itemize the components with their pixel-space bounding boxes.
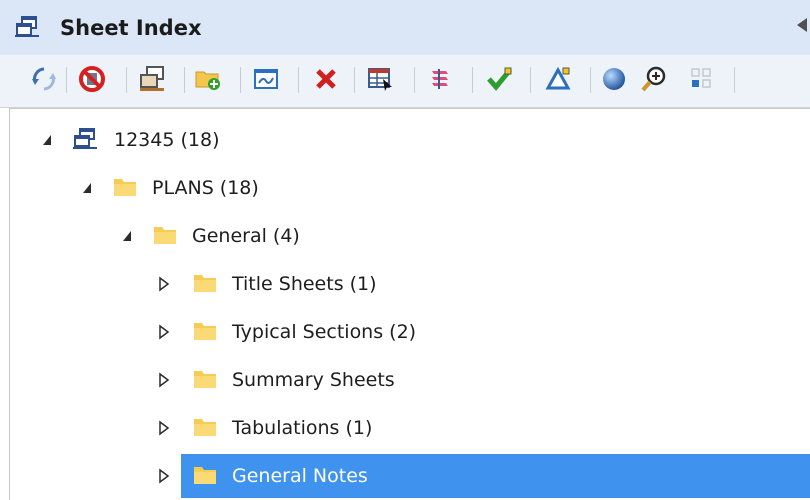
create-sheet-index-icon[interactable] <box>138 65 166 93</box>
delete-icon[interactable] <box>312 65 340 93</box>
zoom-icon[interactable] <box>640 65 668 93</box>
grid-icon[interactable] <box>688 65 716 93</box>
tree-node-label: Summary Sheets <box>232 369 395 391</box>
collapsed-arrow-icon[interactable] <box>155 310 173 354</box>
tree-node-general-notes[interactable]: General Notes <box>10 454 810 498</box>
add-folder-icon[interactable] <box>194 65 222 93</box>
tree-node-plans[interactable]: PLANS (18) <box>10 166 810 210</box>
toolbar-separator <box>66 67 67 93</box>
tree-node-root[interactable]: 12345 (18) <box>10 118 810 162</box>
folder-icon <box>194 371 216 388</box>
tree-node-tabulations[interactable]: Tabulations (1) <box>10 406 810 450</box>
tree-node-label: General Notes <box>232 465 368 487</box>
collapse-arrow-icon[interactable] <box>797 18 807 32</box>
tree-node-title-sheets[interactable]: Title Sheets (1) <box>10 262 810 306</box>
tree-node-typical-sections[interactable]: Typical Sections (2) <box>10 310 810 354</box>
sheet-index-icon <box>15 16 39 37</box>
disable-icon[interactable] <box>78 65 106 93</box>
toolbar <box>0 55 810 108</box>
toolbar-separator <box>530 67 531 93</box>
collapsed-arrow-icon[interactable] <box>155 358 173 402</box>
tree-node-label: Typical Sections (2) <box>232 321 417 343</box>
expanded-arrow-icon[interactable] <box>39 118 57 162</box>
toolbar-separator <box>184 67 185 93</box>
tree-node-summary-sheets[interactable]: Summary Sheets <box>10 358 810 402</box>
folder-icon <box>194 419 216 436</box>
sheet-index-icon <box>73 128 97 149</box>
refresh-icon[interactable] <box>30 65 58 93</box>
collapsed-arrow-icon[interactable] <box>155 454 173 498</box>
sheet-index-tree: 12345 (18) PLANS (18) General (4) Title … <box>9 108 810 500</box>
collapsed-arrow-icon[interactable] <box>155 262 173 306</box>
folder-icon <box>194 467 216 484</box>
drawing-boundary-icon[interactable] <box>544 65 572 93</box>
toolbar-separator <box>734 67 735 93</box>
folder-icon <box>194 275 216 292</box>
toolbar-separator <box>472 67 473 93</box>
tree-node-label: 12345 (18) <box>114 129 220 151</box>
toolbar-separator <box>590 67 591 93</box>
panel-title: Sheet Index <box>60 16 202 40</box>
validate-icon[interactable] <box>486 65 514 93</box>
toolbar-separator <box>414 67 415 93</box>
batch-print-icon[interactable] <box>426 65 454 93</box>
collapsed-arrow-icon[interactable] <box>155 406 173 450</box>
expanded-arrow-icon[interactable] <box>119 214 137 258</box>
expanded-arrow-icon[interactable] <box>79 166 97 210</box>
add-sheet-icon[interactable] <box>252 65 280 93</box>
toolbar-separator <box>240 67 241 93</box>
folder-icon <box>154 227 176 244</box>
tree-node-label: General (4) <box>192 225 300 247</box>
tree-node-label: Tabulations (1) <box>232 417 373 439</box>
tree-node-general[interactable]: General (4) <box>10 214 810 258</box>
toolbar-separator <box>298 67 299 93</box>
folder-icon <box>114 179 136 196</box>
toolbar-separator <box>354 67 355 93</box>
selection-highlight: General Notes <box>181 454 810 498</box>
properties-table-icon[interactable] <box>366 65 394 93</box>
tree-node-label: Title Sheets (1) <box>232 273 377 295</box>
toolbar-separator <box>126 67 127 93</box>
panel-title-bar: Sheet Index <box>0 0 810 55</box>
tree-node-label: PLANS (18) <box>152 177 259 199</box>
sphere-icon[interactable] <box>600 65 628 93</box>
folder-icon <box>194 323 216 340</box>
